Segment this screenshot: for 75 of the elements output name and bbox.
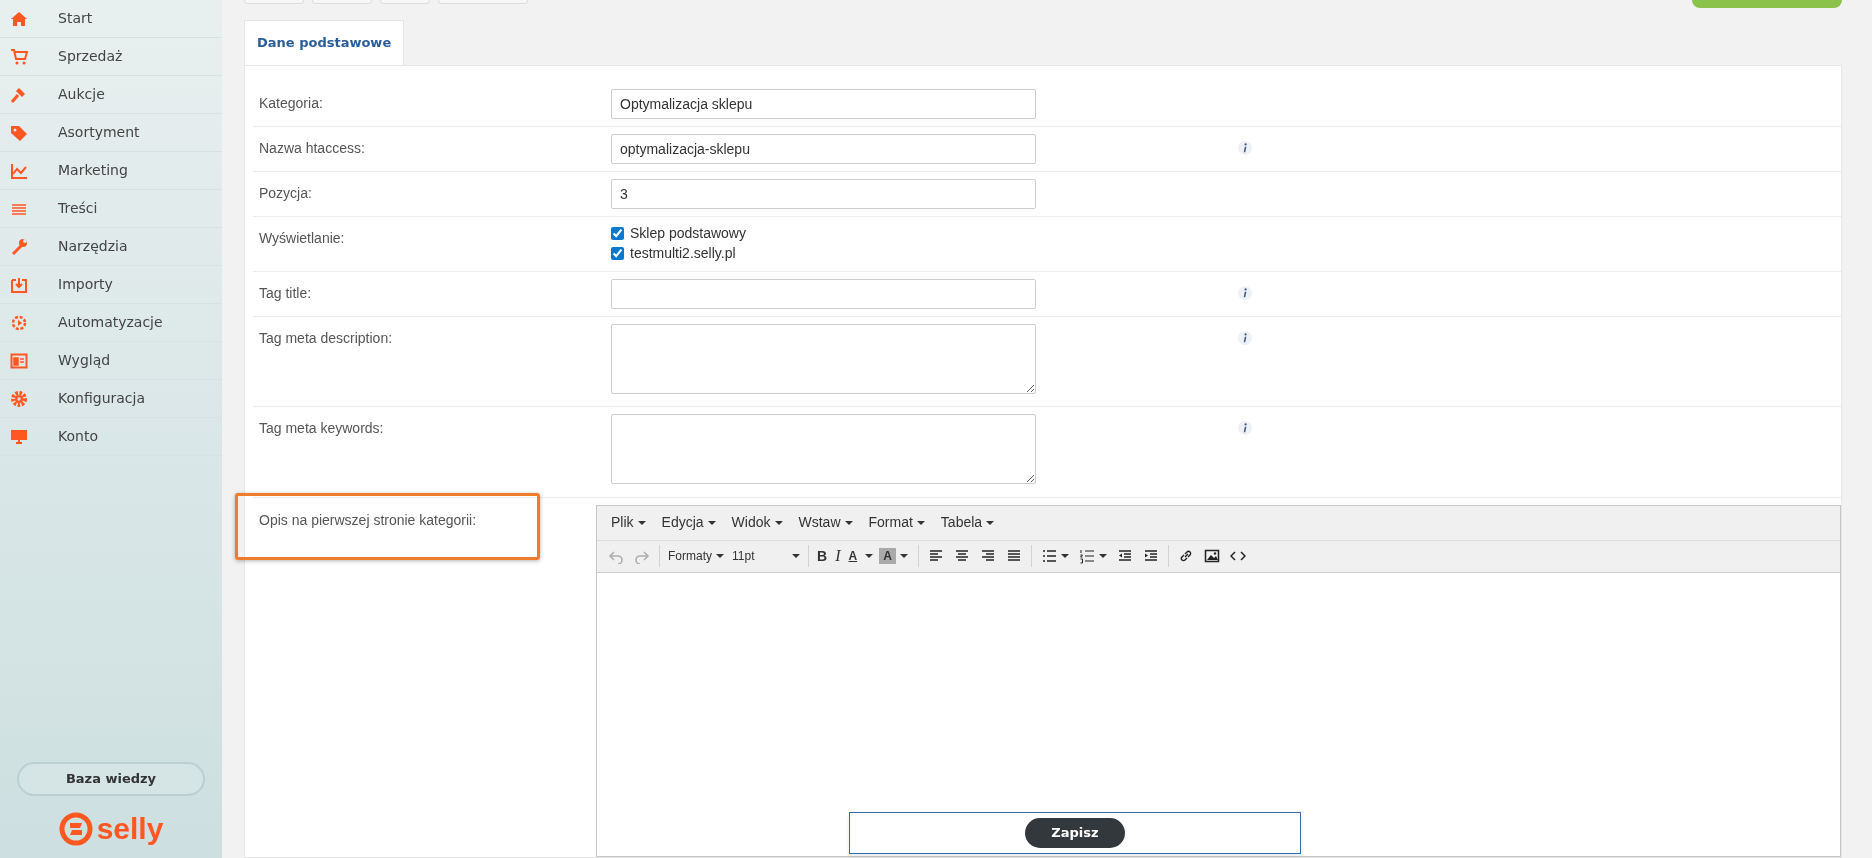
info-icon[interactable] [1238,285,1252,300]
text-input[interactable]: 3 [611,178,1036,209]
indent-icon[interactable] [1142,548,1159,564]
caret-icon [1098,552,1107,560]
caret-icon [774,518,783,527]
sidebar-item[interactable]: Wygląd [0,342,222,380]
text-input[interactable]: Optymalizacja sklepu [611,88,1036,119]
tag-icon [10,123,28,142]
hammer-icon [10,85,28,104]
menu-item[interactable]: Plik [603,512,654,533]
logo-text: selly [96,814,164,844]
caret-icon [707,518,716,527]
checkbox[interactable] [611,247,624,260]
outdent-icon[interactable] [1116,548,1133,564]
font-size-select[interactable]: 11pt [728,544,804,568]
save-button[interactable]: Zapisz [1025,818,1125,848]
field-label: Tag meta description: [258,328,394,348]
align-right-icon[interactable] [979,548,996,564]
align-left-icon[interactable] [927,548,944,564]
field-label: Nazwa htaccess: [258,138,366,158]
menu-item[interactable]: Widok [723,512,791,533]
field-label: Tag meta keywords: [258,419,385,438]
sidebar-item[interactable]: Asortyment [0,114,222,152]
bold-button[interactable]: B [813,544,832,568]
field-label: Wyświetlanie: [258,228,346,248]
checkbox[interactable] [611,227,624,240]
info-icon[interactable] [1238,140,1252,155]
help-button[interactable]: Baza wiedzy [17,762,205,796]
menu-item[interactable]: Tabela [932,512,1003,533]
home-icon [10,9,28,28]
menu-item[interactable]: Wstaw [790,512,861,533]
text-input[interactable]: optymalizacja-sklepu [611,133,1036,164]
numbered-list-icon[interactable] [1078,548,1095,564]
sidebar-item[interactable]: Importy [0,266,222,304]
image-icon[interactable] [1203,548,1220,564]
gear-icon [10,313,28,332]
tab[interactable]: Dane podstawowe [244,20,405,65]
caret-icon [916,518,925,527]
text-color-button[interactable]: A [844,544,862,568]
info-icon[interactable] [1238,421,1252,435]
sidebar-item[interactable]: Konto [0,418,222,456]
chart-icon [10,161,28,180]
caret-icon [899,552,908,560]
layout-icon [10,351,28,370]
checkbox-label: Sklep podstawowy [630,224,746,243]
formats-dropdown[interactable]: Formaty [664,544,728,568]
menu-item[interactable]: Format [860,512,933,533]
justify-icon[interactable] [1005,548,1022,564]
italic-button[interactable]: I [831,544,845,568]
monitor-icon [10,427,28,446]
field-label: Tag title: [258,283,313,303]
cart-icon [10,47,28,66]
sidebar-item[interactable]: Konfiguracja [0,380,222,418]
field-label: Pozycja: [258,183,313,203]
import-icon [10,275,28,294]
field-label: Opis na pierwszej stronie kategorii: [235,492,540,560]
align-center-icon[interactable] [953,548,970,564]
text-input[interactable] [611,278,1036,309]
menu-item[interactable]: Edycja [653,512,724,533]
settings-icon [10,389,28,408]
caret-icon [716,552,724,560]
caret-icon [865,552,874,560]
bullet-list-icon[interactable] [1040,548,1057,564]
sidebar-item[interactable]: Start [0,0,222,38]
field-label: Kategoria: [258,93,324,113]
checkbox-label: testmulti2.selly.pl [630,244,736,263]
caret-icon [792,552,800,560]
caret-icon [1060,552,1069,560]
info-icon[interactable] [1238,330,1252,345]
caret-icon [986,518,995,527]
logo-icon [58,812,93,846]
caret-icon [844,518,853,527]
wrench-icon [10,237,28,256]
background-color-button[interactable]: A [879,548,896,564]
caret-icon [637,518,646,527]
